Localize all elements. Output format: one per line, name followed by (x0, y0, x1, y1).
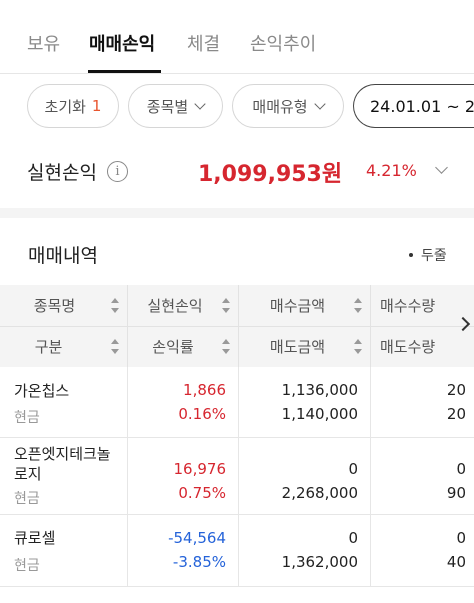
header-sell-qty[interactable]: 매도수량 (371, 326, 474, 367)
column-divider (370, 438, 371, 515)
pnl-rate-value: 0.16% (178, 405, 226, 423)
sort-icon (222, 339, 230, 354)
chevron-down-icon (194, 97, 206, 110)
header-pnl-rate[interactable]: 손익률 (128, 326, 238, 367)
section-divider (0, 208, 474, 218)
column-divider (238, 515, 239, 587)
realized-pnl-rate: 4.21% (366, 161, 417, 180)
header-stock-name[interactable]: 종목명 (0, 285, 127, 326)
realized-pnl-value: 1,866 (183, 381, 226, 399)
sort-icon (222, 298, 230, 313)
column-divider (238, 438, 239, 515)
table-header: 종목명 실현손익 매수금액 매수수량 구분 손익률 매도금액 매도수량 (0, 285, 474, 367)
two-line-label: 두줄 (421, 248, 447, 264)
trade-history-title: 매매내역 (28, 245, 98, 267)
filter-bar: 초기화 1 종목별 매매유형 24.01.01 ~ 24 (0, 84, 474, 130)
by-stock-dropdown[interactable]: 종목별 (128, 84, 223, 128)
realized-pnl-value: 16,976 (173, 460, 227, 478)
table-row[interactable]: 큐로셀 현금 -54,564 -3.85% 0 1,362,000 0 40 (0, 515, 474, 587)
tab-bar: 보유 매매손익 체결 손익추이 (0, 0, 474, 74)
realized-pnl-value: -54,564 (168, 529, 226, 547)
column-divider (370, 515, 371, 587)
column-divider (127, 515, 128, 587)
sell-amount-value: 1,362,000 (281, 553, 358, 571)
trade-category: 현금 (14, 410, 40, 426)
active-tab-indicator (88, 70, 161, 73)
sort-icon (111, 339, 119, 354)
realized-pnl-amount: 1,099,953원 (198, 162, 343, 187)
column-divider (238, 367, 239, 438)
by-stock-label: 종목별 (146, 97, 189, 116)
table-row[interactable]: 가온칩스 현금 1,866 0.16% 1,136,000 1,140,000 … (0, 367, 474, 438)
column-divider (127, 367, 128, 438)
trade-type-label: 매매유형 (252, 97, 308, 116)
buy-amount-value: 1,136,000 (281, 381, 358, 399)
info-icon[interactable]: i (107, 161, 128, 182)
header-buy-amount[interactable]: 매수금액 (239, 285, 370, 326)
reset-label: 초기화 (44, 97, 86, 116)
header-realized-pnl[interactable]: 실현손익 (128, 285, 238, 326)
sort-icon (354, 298, 362, 313)
trade-category: 현금 (14, 491, 40, 507)
pnl-rate-value: -3.85% (172, 553, 226, 571)
column-divider (127, 438, 128, 515)
sell-qty-value: 20 (446, 405, 466, 423)
stock-name: 큐로셀 (14, 529, 56, 547)
trade-category: 현금 (14, 558, 40, 574)
chevron-down-icon (313, 97, 326, 110)
reset-filter-button[interactable]: 초기화 1 (27, 84, 119, 128)
two-line-toggle[interactable]: 두줄 (409, 245, 447, 265)
buy-amount-value: 0 (348, 529, 358, 547)
realized-pnl-summary[interactable]: 실현손익 i 1,099,953원 4.21% (0, 150, 474, 200)
column-divider (370, 367, 371, 438)
tab-trade-pnl[interactable]: 매매손익 (89, 30, 155, 56)
stock-name: 오픈엣지테크놀로지 (14, 445, 111, 483)
pnl-rate-value: 0.75% (178, 484, 226, 502)
buy-qty-value: 0 (456, 529, 466, 547)
realized-pnl-label: 실현손익 (27, 162, 97, 184)
sell-amount-value: 1,140,000 (281, 405, 358, 423)
sell-qty-value: 40 (446, 553, 466, 571)
buy-qty-value: 0 (456, 460, 466, 478)
sell-amount-value: 2,268,000 (281, 484, 358, 502)
date-range-picker[interactable]: 24.01.01 ~ 24 (353, 84, 474, 128)
table-row[interactable]: 오픈엣지테크놀로지 현금 16,976 0.75% 0 2,268,000 0 … (0, 438, 474, 515)
sort-icon (354, 339, 362, 354)
tab-pnl-trend[interactable]: 손익추이 (250, 30, 316, 56)
stock-name: 가온칩스 (14, 382, 70, 400)
sell-qty-value: 90 (446, 484, 466, 502)
dot-icon (409, 253, 413, 257)
buy-amount-value: 0 (348, 460, 358, 478)
buy-qty-value: 20 (446, 381, 466, 399)
header-row-divider (0, 326, 474, 327)
trade-type-dropdown[interactable]: 매매유형 (232, 84, 344, 128)
reset-count-badge: 1 (91, 97, 102, 115)
chevron-down-icon[interactable] (435, 161, 448, 174)
date-range-text: 24.01.01 ~ 24 (370, 96, 474, 116)
tab-executions[interactable]: 체결 (187, 30, 220, 56)
header-category[interactable]: 구분 (0, 326, 127, 367)
header-sell-amount[interactable]: 매도금액 (239, 326, 370, 367)
tab-holdings[interactable]: 보유 (27, 30, 60, 56)
sort-icon (111, 298, 119, 313)
